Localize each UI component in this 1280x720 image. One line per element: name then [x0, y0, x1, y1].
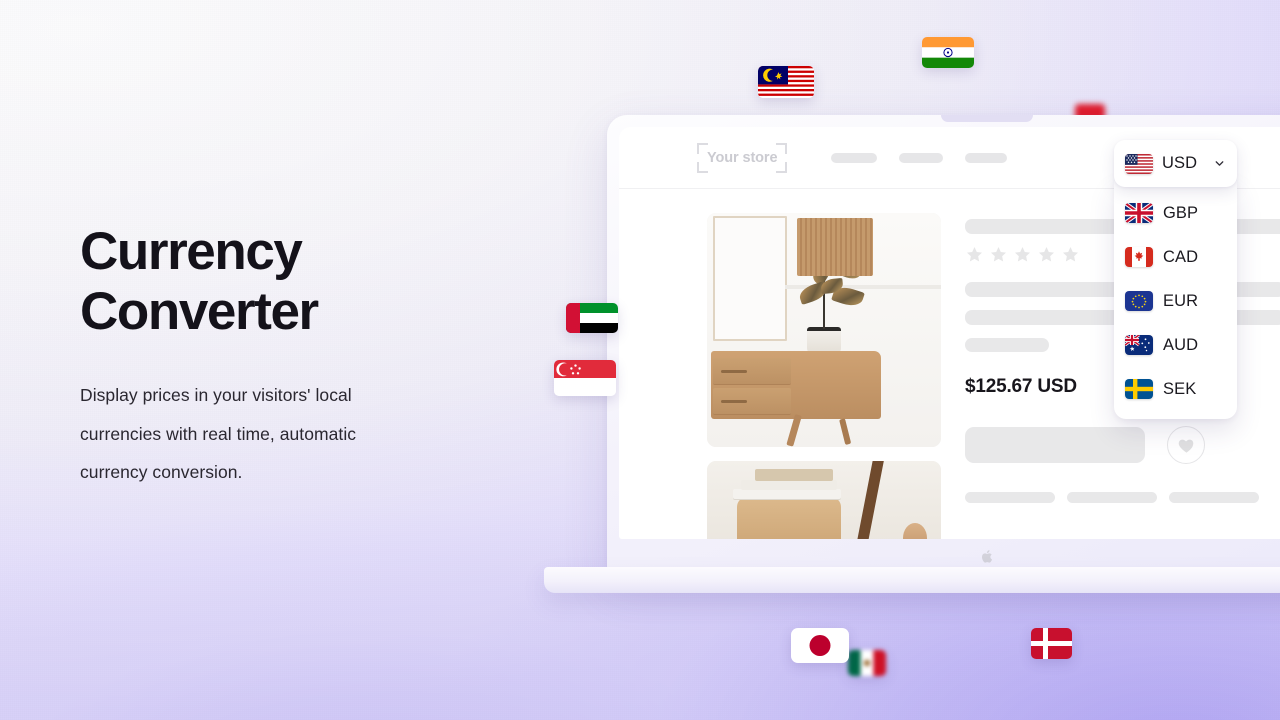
nav-placeholder-2[interactable] [899, 152, 944, 163]
flag-ca-icon [1125, 247, 1153, 267]
apple-logo-icon [981, 550, 993, 563]
meta-chip-2 [1067, 492, 1157, 503]
star-icon [966, 247, 983, 262]
product-image-sideboard-plant[interactable] [707, 213, 941, 447]
star-icon [1038, 247, 1055, 262]
product-image-books-stool[interactable] [707, 461, 941, 539]
currency-selector-button[interactable]: USD [1114, 140, 1237, 187]
selected-currency-code: USD [1162, 154, 1198, 172]
hero-copy: Currency Converter Display prices in you… [80, 222, 500, 492]
laptop-notch [941, 115, 1033, 122]
laptop-base [544, 567, 1280, 593]
flag-gb-icon [1125, 203, 1153, 223]
flag-japan-icon [791, 628, 849, 663]
bracket-top-left-icon [697, 142, 708, 154]
flag-eu-icon [1125, 291, 1153, 311]
flag-uae-icon [566, 303, 618, 333]
store-logo-label: Your store [707, 149, 778, 166]
flag-denmark-icon [1031, 628, 1072, 659]
currency-option-sek[interactable]: SEK [1114, 367, 1237, 411]
flag-se-icon [1125, 379, 1153, 399]
page-title: Currency Converter [80, 222, 319, 341]
currency-options-list: GBP CAD EUR AUD SEK [1114, 181, 1237, 419]
currency-code-cad: CAD [1163, 247, 1199, 266]
product-gallery [707, 213, 941, 539]
meta-chip-3 [1169, 492, 1259, 503]
currency-code-gbp: GBP [1163, 203, 1199, 222]
nav-placeholder-1[interactable] [831, 152, 878, 163]
store-logo-placeholder: Your store [697, 142, 788, 173]
currency-code-eur: EUR [1163, 291, 1199, 310]
flag-us-icon [1125, 153, 1153, 174]
favorite-button[interactable] [1167, 426, 1205, 464]
store-nav [831, 152, 1008, 163]
flag-india-icon [922, 37, 974, 68]
product-cta-row [965, 426, 1280, 464]
meta-chip-1 [965, 492, 1055, 503]
bracket-bottom-right-icon [776, 161, 788, 173]
add-to-cart-placeholder-button[interactable] [965, 427, 1145, 463]
currency-option-cad[interactable]: CAD [1114, 235, 1237, 279]
product-meta-chips [965, 492, 1280, 503]
bracket-bottom-left-icon [697, 161, 708, 173]
currency-converter-widget: USD GBP CAD EUR AUD SEK [1114, 140, 1237, 419]
flag-singapore-icon [554, 360, 616, 396]
currency-code-sek: SEK [1163, 379, 1197, 398]
flag-malaysia-icon [758, 66, 814, 98]
hero-description: Display prices in your visitors' local c… [80, 385, 357, 482]
flag-mexico-icon [848, 650, 886, 676]
star-icon [1062, 247, 1079, 262]
currency-code-aud: AUD [1163, 335, 1199, 354]
star-icon [1014, 247, 1031, 262]
product-description-placeholder-3 [965, 338, 1049, 352]
currency-option-eur[interactable]: EUR [1114, 279, 1237, 323]
heart-icon [1178, 439, 1193, 453]
currency-option-aud[interactable]: AUD [1114, 323, 1237, 367]
star-icon [990, 247, 1007, 262]
flag-au-icon [1125, 335, 1153, 355]
chevron-down-icon [1215, 161, 1224, 166]
bracket-top-right-icon [776, 142, 788, 154]
nav-placeholder-3[interactable] [965, 152, 1008, 163]
currency-option-gbp[interactable]: GBP [1114, 191, 1237, 235]
